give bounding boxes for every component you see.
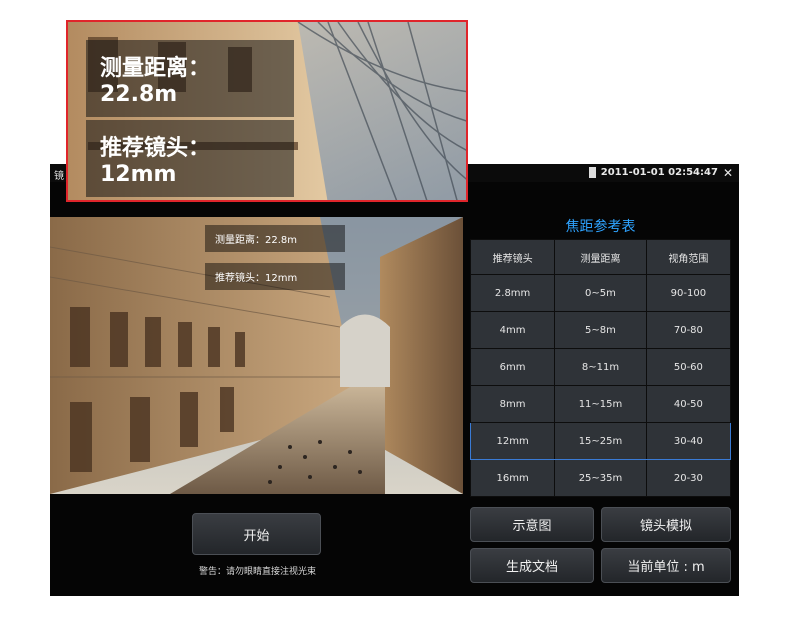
cell-lens: 6mm (469, 348, 556, 386)
table-row[interactable]: 4mm 5~8m 70-80 (469, 311, 732, 349)
header-lens: 推荐镜头 (469, 239, 556, 275)
close-icon[interactable]: ✕ (723, 167, 733, 179)
page: 镜 2011-01-01 02:54:47 ✕ 测量距离：22.8m 推荐镜头：… (0, 0, 790, 620)
table-row[interactable]: 16mm 25~35m 20-30 (469, 459, 732, 497)
cell-distance: 8~11m (554, 348, 647, 386)
reference-table: 推荐镜头 测量距离 视角范围 2.8mm 0~5m 90-100 4mm 5~8… (469, 239, 732, 497)
cell-angle: 50-60 (645, 348, 732, 386)
battery-icon (588, 167, 596, 178)
overlay-distance: 测量距离：22.8m (205, 225, 345, 252)
cell-lens: 12mm (469, 422, 556, 460)
camera-preview: 测量距离：22.8m 推荐镜头：12mm (50, 217, 463, 494)
cell-distance: 15~25m (554, 422, 647, 460)
callout-distance: 测量距离：22.8m (86, 40, 294, 117)
device-screen: 镜 2011-01-01 02:54:47 ✕ 测量距离：22.8m 推荐镜头：… (50, 164, 739, 596)
start-button[interactable]: 开始 (192, 513, 321, 555)
unit-button[interactable]: 当前单位 : m (601, 548, 731, 583)
datetime: 2011-01-01 02:54:47 (600, 167, 718, 178)
magnified-callout: 测量距离：22.8m 推荐镜头：12mm (66, 20, 468, 202)
callout-lens: 推荐镜头：12mm (86, 120, 294, 197)
overlay-lens: 推荐镜头：12mm (205, 263, 345, 290)
cell-angle: 40-50 (645, 385, 732, 423)
cell-distance: 11~15m (554, 385, 647, 423)
cell-lens: 4mm (469, 311, 556, 349)
lens-simulation-button[interactable]: 镜头模拟 (601, 507, 731, 542)
reference-table-title: 焦距参考表 (565, 219, 636, 235)
gallery-photo (50, 217, 463, 494)
reference-header-row: 推荐镜头 测量距离 视角范围 (469, 239, 732, 275)
laser-warning: 警告：请勿眼睛直接注视光束 (198, 567, 316, 577)
generate-document-button[interactable]: 生成文档 (470, 548, 594, 583)
cell-angle: 20-30 (645, 459, 732, 497)
cell-angle: 30-40 (645, 422, 732, 460)
status-right: 2011-01-01 02:54:47 ✕ (588, 167, 733, 179)
cell-angle: 90-100 (645, 274, 732, 312)
app-title: 镜 (54, 171, 64, 182)
cell-angle: 70-80 (645, 311, 732, 349)
header-angle: 视角范围 (645, 239, 732, 275)
cell-distance: 0~5m (554, 274, 647, 312)
cell-lens: 2.8mm (469, 274, 556, 312)
table-row[interactable]: 6mm 8~11m 50-60 (469, 348, 732, 386)
cell-distance: 5~8m (554, 311, 647, 349)
cell-lens: 8mm (469, 385, 556, 423)
header-distance: 测量距离 (554, 239, 647, 275)
cell-lens: 16mm (469, 459, 556, 497)
table-row[interactable]: 8mm 11~15m 40-50 (469, 385, 732, 423)
table-row-selected[interactable]: 12mm 15~25m 30-40 (469, 422, 732, 460)
diagram-button[interactable]: 示意图 (470, 507, 594, 542)
table-row[interactable]: 2.8mm 0~5m 90-100 (469, 274, 732, 312)
cell-distance: 25~35m (554, 459, 647, 497)
